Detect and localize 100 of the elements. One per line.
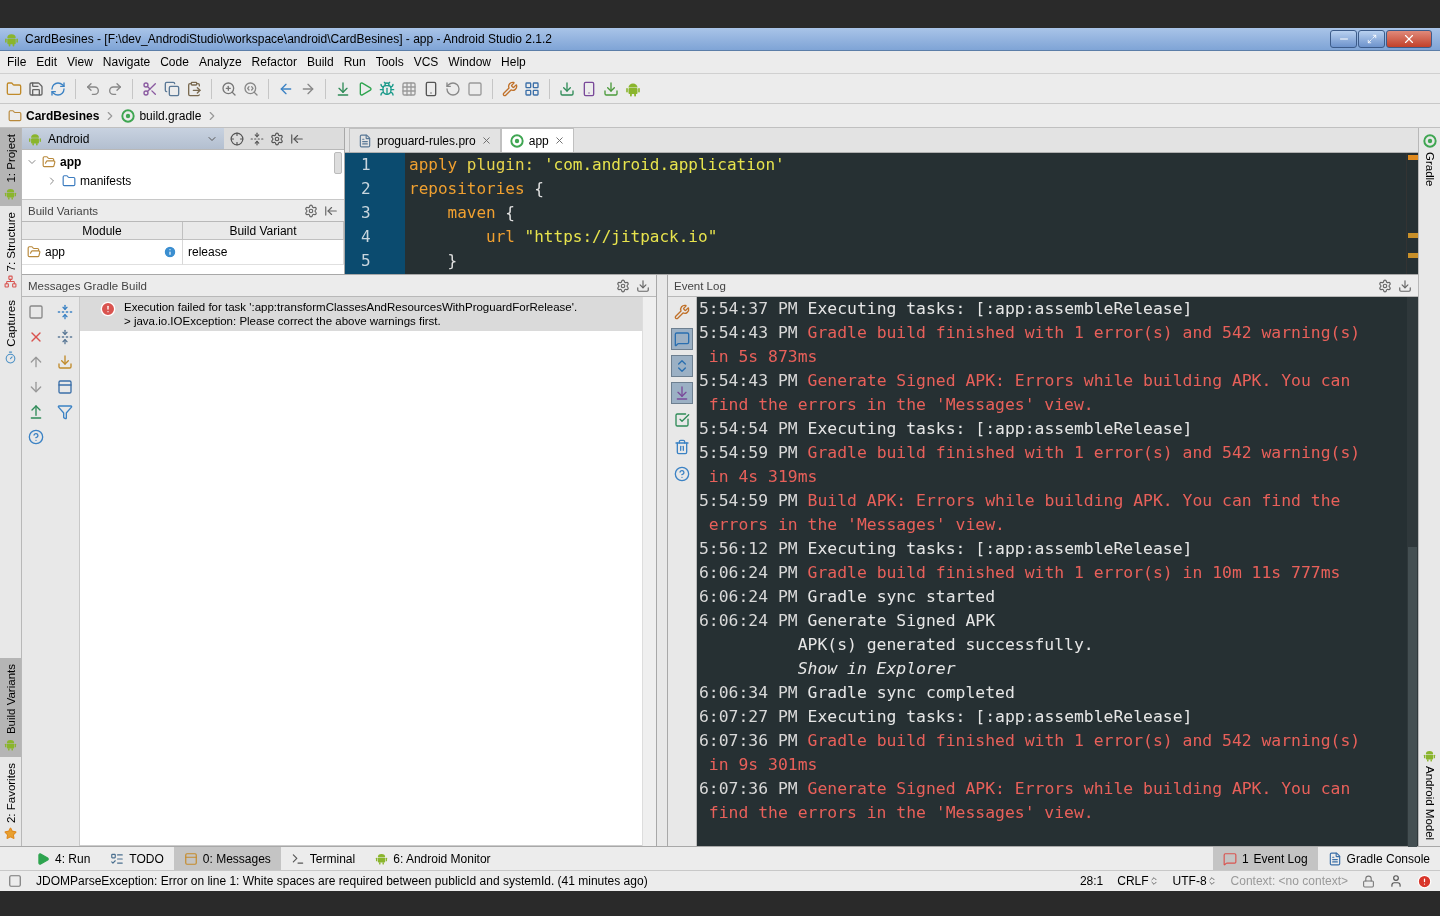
column-header[interactable]: Module <box>22 222 183 240</box>
filter-icon[interactable] <box>56 403 73 420</box>
error-icon[interactable] <box>1417 873 1432 889</box>
collapse-icon[interactable] <box>250 131 264 146</box>
minimize-button[interactable] <box>1330 30 1357 48</box>
hide-icon[interactable] <box>290 131 304 146</box>
scrollbar-track[interactable] <box>642 297 656 846</box>
paste-icon[interactable] <box>186 80 202 97</box>
settings-icon[interactable] <box>616 278 630 293</box>
menu-item[interactable]: Code <box>155 55 194 69</box>
play-icon[interactable] <box>357 80 373 97</box>
tree-item[interactable]: manifests <box>80 173 132 188</box>
editor-tab[interactable]: proguard-rules.pro <box>349 128 501 152</box>
expand-icon[interactable] <box>56 303 73 320</box>
column-header[interactable]: Build Variant <box>183 222 344 240</box>
attach-icon[interactable] <box>401 80 417 97</box>
table-cell[interactable]: release <box>183 240 344 265</box>
inspector-icon[interactable] <box>1389 874 1403 888</box>
maximize-button[interactable] <box>1358 30 1385 48</box>
tool-window-tab[interactable]: Captures <box>0 294 21 370</box>
scroll-end-icon[interactable] <box>674 385 690 401</box>
tool-window-tab[interactable]: 0: Messages <box>173 847 281 870</box>
menu-item[interactable]: Navigate <box>97 55 156 69</box>
menu-item[interactable]: Build <box>301 55 339 69</box>
stop-icon[interactable] <box>28 303 45 320</box>
wrench-icon[interactable] <box>674 304 690 320</box>
menu-item[interactable]: Tools <box>370 55 409 69</box>
export-icon[interactable] <box>56 353 73 370</box>
menu-item[interactable]: Analyze <box>193 55 247 69</box>
status-message[interactable]: JDOMParseException: Error on line 1: White spaces are required between publicId and systemId. (41 minutes ago) <box>36 874 1066 888</box>
tool-window-tab[interactable]: Android Model <box>1419 742 1440 846</box>
settings-icon[interactable] <box>1378 278 1392 293</box>
tool-window-tab[interactable]: 1: Project <box>0 128 21 206</box>
sdk-download-icon[interactable] <box>603 80 619 97</box>
copy-icon[interactable] <box>164 80 180 97</box>
folder-icon[interactable] <box>6 80 22 97</box>
tool-window-tab[interactable]: 7: Structure <box>0 205 21 295</box>
warning-marker[interactable] <box>1408 253 1418 258</box>
menu-item[interactable]: VCS <box>408 55 444 69</box>
breadcrumb-item[interactable]: CardBesines <box>26 108 100 123</box>
message-row[interactable]: Execution failed for task ':app:transformClassesAndResourcesWithProguardForRelease'. > java.io.IOException: Please correct the above warnings first. <box>80 297 642 331</box>
menu-item[interactable]: View <box>62 55 98 69</box>
tree-item[interactable]: app <box>60 154 82 169</box>
line-separator[interactable]: CRLF <box>1117 874 1149 888</box>
device-manager-icon[interactable] <box>581 80 597 97</box>
cursor-position[interactable]: 28:1 <box>1079 874 1104 888</box>
menu-item[interactable]: Run <box>338 55 371 69</box>
bug-icon[interactable] <box>379 80 395 97</box>
menu-item[interactable]: Refactor <box>246 55 302 69</box>
undo-icon[interactable] <box>85 80 101 97</box>
redo-icon[interactable] <box>107 80 123 97</box>
scrollbar-thumb[interactable] <box>1408 547 1417 847</box>
editor-tab[interactable]: app <box>500 128 574 152</box>
settings-icon[interactable] <box>270 131 284 146</box>
sync-download-icon[interactable] <box>559 80 575 97</box>
make-icon[interactable] <box>335 80 351 97</box>
save-icon[interactable] <box>28 80 44 97</box>
scrollbar[interactable] <box>334 152 342 174</box>
tool-window-tab[interactable]: Gradle Console <box>1317 847 1440 870</box>
pin-icon[interactable] <box>636 278 650 293</box>
find-icon[interactable] <box>243 80 259 97</box>
device-icon[interactable] <box>423 80 439 97</box>
rerun-icon[interactable] <box>445 80 461 97</box>
mark-read-icon[interactable] <box>674 412 690 428</box>
lock-icon[interactable] <box>1362 874 1375 888</box>
help-icon[interactable] <box>28 428 45 445</box>
sync-icon[interactable] <box>50 80 66 97</box>
tool-window-tab[interactable]: 2: Favorites <box>0 756 21 846</box>
view-dropdown[interactable]: Android <box>22 128 224 149</box>
crosshair-icon[interactable] <box>230 131 244 146</box>
menu-item[interactable]: File <box>2 55 32 69</box>
warning-marker[interactable] <box>1408 233 1418 238</box>
pin-icon[interactable] <box>1398 278 1412 293</box>
tool-window-tab[interactable]: 4: Run <box>26 847 101 870</box>
tool-window-tab[interactable]: Terminal <box>280 847 366 870</box>
tool-window-tab[interactable]: 1 Event Log <box>1212 847 1318 870</box>
close-icon[interactable] <box>553 135 565 146</box>
warning-marker[interactable] <box>1408 155 1418 160</box>
help-icon[interactable] <box>674 466 690 482</box>
settings-icon[interactable] <box>304 203 318 218</box>
encoding[interactable]: UTF-8 <box>1172 874 1207 888</box>
menu-item[interactable]: Window <box>443 55 497 69</box>
stop-icon[interactable] <box>467 80 483 97</box>
close-icon[interactable] <box>480 135 492 146</box>
window-icon[interactable] <box>56 378 73 395</box>
trash-icon[interactable] <box>674 439 690 455</box>
scissors-icon[interactable] <box>142 80 158 97</box>
close-button[interactable] <box>1386 30 1432 48</box>
menu-item[interactable]: Help <box>496 55 531 69</box>
balloon-icon[interactable] <box>674 331 690 347</box>
tool-window-tab[interactable]: Build Variants <box>0 657 21 757</box>
menu-item[interactable]: Edit <box>31 55 63 69</box>
tool-window-tab[interactable]: Gradle <box>1419 128 1440 193</box>
hide-icon[interactable] <box>324 203 338 218</box>
zoom-icon[interactable] <box>221 80 237 97</box>
structure-icon[interactable] <box>524 80 540 97</box>
wrench-icon[interactable] <box>502 80 518 97</box>
tool-window-tab[interactable]: TODO <box>100 847 174 870</box>
panel-toggle-icon[interactable] <box>8 874 22 888</box>
collapse-icon[interactable] <box>56 328 73 345</box>
